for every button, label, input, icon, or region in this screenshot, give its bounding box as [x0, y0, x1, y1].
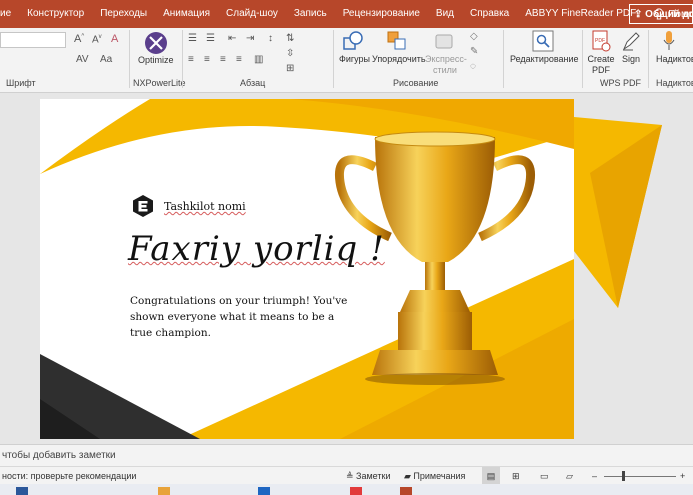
slide-body-text[interactable]: Congratulations on your triumph! You've … — [130, 293, 350, 341]
svg-text:PDF: PDF — [595, 38, 605, 44]
taskbar-app-icon[interactable] — [400, 487, 412, 495]
shape-effects-icon[interactable]: ◌ — [470, 61, 476, 72]
reading-view-icon[interactable]: ▭ — [540, 467, 549, 485]
tab-help[interactable]: Справка — [462, 0, 517, 28]
dictate-button[interactable]: Надиктовать — [656, 54, 693, 64]
align-left-icon[interactable]: ≡ — [188, 54, 194, 65]
grow-font-icon[interactable]: A^ — [74, 33, 84, 45]
sign-icon[interactable] — [621, 30, 641, 52]
status-bar: ности: проверьте рекомендации ≜ Заметки … — [0, 466, 693, 485]
zoom-in-icon[interactable]: + — [680, 467, 685, 485]
zoom-out-icon[interactable]: – — [592, 467, 597, 485]
numbering-icon[interactable]: ☰ — [206, 33, 215, 44]
slide-canvas[interactable]: Tashkilot nomi Faxriy yorliq ! Congratul… — [40, 99, 574, 439]
shapes-button[interactable]: Фигуры — [339, 54, 370, 64]
slideshow-icon[interactable]: ▱ — [566, 467, 573, 485]
find-icon[interactable] — [532, 30, 554, 52]
tab-transitions[interactable]: Переходы — [92, 0, 155, 28]
taskbar-app-icon[interactable] — [16, 487, 28, 495]
notes-toggle[interactable]: ≜ Заметки — [346, 467, 390, 485]
tab-abbyy[interactable]: ABBYY FineReader PDF — [517, 0, 644, 28]
organization-name[interactable]: Tashkilot nomi — [164, 200, 246, 213]
change-case-icon[interactable]: Aa — [100, 54, 112, 65]
accessibility-status[interactable]: ности: проверьте рекомендации — [2, 467, 136, 485]
line-spacing-icon[interactable]: ↕ — [268, 33, 273, 44]
separator — [182, 30, 183, 88]
notes-pane[interactable]: чтобы добавить заметки — [0, 444, 693, 466]
create-pdf-icon[interactable]: PDF — [591, 30, 611, 52]
tab-record[interactable]: Запись — [286, 0, 335, 28]
arrange-button[interactable]: Упорядочить — [372, 54, 426, 64]
clear-format-icon[interactable]: A — [111, 33, 118, 45]
share-icon: ⇪ — [634, 9, 646, 20]
text-direction-icon[interactable]: ⇅ — [286, 33, 294, 44]
increase-indent-icon[interactable]: ⇥ — [246, 33, 254, 44]
notes-toggle-label: Заметки — [356, 471, 391, 481]
quick-styles-button[interactable]: Экспресс-стили — [425, 54, 467, 76]
comment-icon: ▰ — [404, 471, 414, 481]
align-center-icon[interactable]: ≡ — [204, 54, 210, 65]
tab-review[interactable]: Рецензирование — [335, 0, 428, 28]
separator — [129, 30, 130, 88]
editing-button[interactable]: Редактирование — [510, 54, 579, 64]
nxpower-group-label: NXPowerLite — [133, 78, 186, 88]
align-right-icon[interactable]: ≡ — [220, 54, 226, 65]
taskbar — [0, 484, 693, 495]
share-label: Общий доступ — [645, 9, 692, 20]
zoom-slider-thumb[interactable] — [622, 471, 625, 481]
microphone-icon[interactable] — [662, 30, 676, 52]
slide-workspace: Tashkilot nomi Faxriy yorliq ! Congratul… — [0, 93, 693, 443]
quick-styles-icon[interactable] — [433, 30, 455, 52]
shape-fill-icon[interactable]: ◇ — [470, 31, 478, 42]
normal-view-icon[interactable]: ▤ — [482, 467, 500, 485]
tab-design[interactable]: Конструктор — [19, 0, 92, 28]
separator — [582, 30, 583, 88]
slide-sorter-icon[interactable]: ⊞ — [512, 467, 520, 485]
separator — [503, 30, 504, 88]
ribbon-tabs: ие Конструктор Переходы Анимация Слайд-ш… — [0, 0, 693, 28]
comments-toggle[interactable]: ▰ Примечания — [404, 467, 465, 485]
optimize-button[interactable]: Optimize — [138, 55, 174, 65]
share-button[interactable]: ⇪ Общий доступ — [629, 4, 693, 24]
comments-toggle-label: Примечания — [413, 471, 466, 481]
bullets-icon[interactable]: ☰ — [188, 33, 197, 44]
decrease-indent-icon[interactable]: ⇤ — [228, 33, 236, 44]
tab-animations[interactable]: Анимация — [155, 0, 218, 28]
separator — [648, 30, 649, 88]
arrange-icon[interactable] — [386, 30, 408, 52]
align-text-icon[interactable]: ⇳ — [286, 48, 294, 59]
taskbar-app-icon[interactable] — [158, 487, 170, 495]
char-spacing-icon[interactable]: AV — [76, 54, 89, 65]
create-pdf-button[interactable]: Create PDF — [587, 54, 615, 76]
notes-placeholder: чтобы добавить заметки — [2, 450, 116, 461]
font-size-box[interactable] — [0, 32, 66, 48]
tab-slideshow[interactable]: Слайд-шоу — [218, 0, 286, 28]
tab-view[interactable]: Вид — [428, 0, 462, 28]
shrink-font-icon[interactable]: Av — [92, 34, 102, 45]
organization-logo-icon — [133, 195, 153, 217]
taskbar-app-icon[interactable] — [258, 487, 270, 495]
dictate-group-label: Надиктовать — [656, 78, 693, 88]
shapes-icon[interactable] — [342, 30, 364, 52]
sign-button[interactable]: Sign — [622, 54, 640, 64]
slide-title[interactable]: Faxriy yorliq ! — [128, 229, 385, 269]
paragraph-group-label: Абзац — [240, 78, 266, 88]
notes-icon: ≜ — [346, 471, 357, 481]
separator — [333, 30, 334, 88]
taskbar-app-icon[interactable] — [350, 487, 362, 495]
optimize-icon[interactable] — [143, 31, 169, 55]
smartart-icon[interactable]: ⊞ — [286, 63, 294, 74]
justify-icon[interactable]: ≡ — [236, 54, 242, 65]
columns-icon[interactable]: ▥ — [254, 54, 263, 65]
ribbon: A^ Av A AV Aa Шрифт Optimize NXPowerLite… — [0, 28, 693, 93]
shape-outline-icon[interactable]: ✎ — [470, 46, 478, 57]
wps-pdf-group-label: WPS PDF — [600, 78, 642, 88]
zoom-slider[interactable] — [604, 476, 676, 477]
font-group-label: Шрифт — [6, 78, 36, 88]
drawing-group-label: Рисование — [393, 78, 439, 88]
trophy-image — [334, 131, 536, 385]
tab-home[interactable]: ие — [0, 0, 19, 28]
